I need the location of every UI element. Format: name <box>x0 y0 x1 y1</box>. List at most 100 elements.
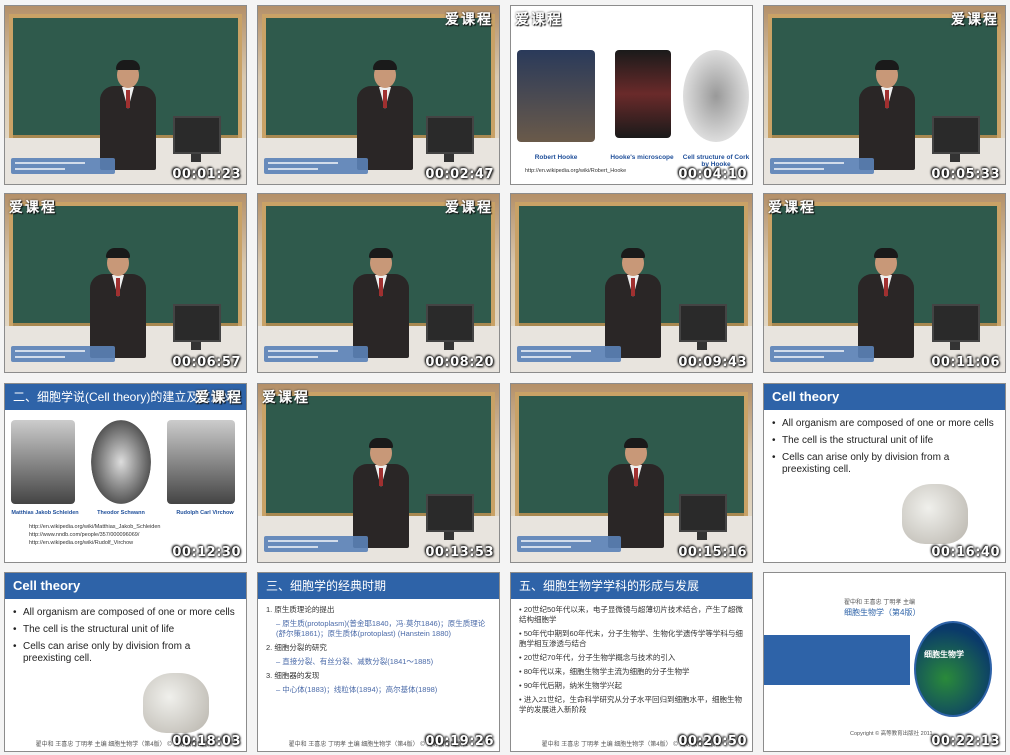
bullet-item: The cell is the structural unit of life <box>13 624 238 636</box>
image-caption: Cell structure of Cork by Hooke <box>682 154 750 168</box>
timestamp-label: 00:19:26 <box>425 734 494 749</box>
lecturer-hair <box>116 60 140 70</box>
lecturer <box>603 248 663 358</box>
watermark-logo: 爱课程 <box>195 390 243 406</box>
classroom-scene <box>764 194 1005 372</box>
bullet-item: 1. 原生质理论的提出 <box>266 605 335 614</box>
lower-third-caption <box>770 158 874 174</box>
lecturer <box>857 60 917 170</box>
source-link[interactable]: http://en.wikipedia.org/wiki/Rudolf_Virc… <box>29 540 133 547</box>
lecturer-tie <box>379 278 383 296</box>
video-thumbnail[interactable]: Cell theory All organism are composed of … <box>4 572 247 752</box>
classroom-scene <box>258 6 499 184</box>
timestamp-label: 00:22:13 <box>931 734 1000 749</box>
bullet-item: – 中心体(1883)；线粒体(1894)；高尔基体(1898) <box>276 685 438 694</box>
source-link[interactable]: http://en.wikipedia.org/wiki/Robert_Hook… <box>525 168 626 175</box>
watermark-logo: 爱课程 <box>515 12 563 28</box>
lower-third-caption <box>264 158 368 174</box>
watermark-logo: 爱课程 <box>768 200 816 216</box>
lecturer <box>351 248 411 358</box>
timestamp-label: 00:04:10 <box>678 167 747 182</box>
timestamp-label: 00:06:57 <box>172 355 241 370</box>
slide-cell-theory: Cell theory All organism are composed of … <box>5 573 246 751</box>
cover-disc <box>914 621 992 717</box>
thumbnail-grid: 00:01:23 爱课程 00:02:47 Robert Hooke Hooke's m… <box>0 0 1010 755</box>
lower-third-caption <box>770 346 874 362</box>
slide-book-cover: 翟中和 王喜忠 丁明孝 主编 细胞生物学（第4版） 细胞生物学 Copyright ©… <box>764 573 1005 751</box>
classroom-scene <box>511 384 752 562</box>
bullet-list: All organism are composed of one or more… <box>772 418 997 481</box>
lower-third-caption <box>517 346 621 362</box>
timestamp-label: 00:18:03 <box>172 734 241 749</box>
monitor <box>173 304 221 350</box>
bullet-item: • 进入21世纪，生命科学研究从分子水平回归到细胞水平，细胞生物学的发展进入新阶… <box>519 695 743 714</box>
lower-third-caption <box>517 536 621 552</box>
lower-third-caption <box>11 158 115 174</box>
timestamp-label: 00:13:53 <box>425 545 494 560</box>
monitor <box>932 116 980 162</box>
elephant-illustration <box>902 484 968 544</box>
bullet-item: Cells can arise only by division from a … <box>772 452 997 476</box>
scientist-name: Rudolph Carl Virchow <box>176 510 234 516</box>
bullet-list: All organism are composed of one or more… <box>13 607 238 670</box>
lecturer-tie <box>116 278 120 296</box>
video-thumbnail[interactable]: 翟中和 王喜忠 丁明孝 主编 细胞生物学（第4版） 细胞生物学 Copyright ©… <box>763 572 1006 752</box>
video-thumbnail[interactable]: 三、细胞学的经典时期 1. 原生质理论的提出 – 原生质(protoplasm)(普… <box>257 572 500 752</box>
lecturer-hair <box>875 60 899 70</box>
video-thumbnail[interactable]: 爱课程 00:02:47 <box>257 5 500 185</box>
video-thumbnail[interactable]: 二、细胞学说(Cell theory)的建立及其意义 Matthias Jakob… <box>4 383 247 563</box>
bullet-item: • 50年代中期到60年代末，分子生物学、生物化学遗传学等学科与细胞学相互渗透与… <box>519 629 743 648</box>
bullet-item: All organism are composed of one or more… <box>13 607 238 619</box>
video-thumbnail[interactable]: 五、细胞生物学学科的形成与发展 • 20世纪50年代以来，电子显微镜与超薄切片技术… <box>510 572 753 752</box>
classroom-scene <box>5 6 246 184</box>
book-title: 细胞生物学（第4版） <box>844 608 921 617</box>
video-thumbnail[interactable]: Robert Hooke Hooke's microscope Cell struc… <box>510 5 753 185</box>
bullet-item: 3. 细胞器的发现 <box>266 671 320 680</box>
scientist-name: Theodor Schwann <box>97 510 145 516</box>
video-thumbnail[interactable]: 爱课程 00:13:53 <box>257 383 500 563</box>
video-thumbnail[interactable]: 00:15:16 <box>510 383 753 563</box>
monitor <box>426 304 474 350</box>
slide-cell-theory-founders: 二、细胞学说(Cell theory)的建立及其意义 Matthias Jakob… <box>5 384 246 562</box>
video-thumbnail[interactable]: Cell theory All organism are composed of … <box>763 383 1006 563</box>
lecturer <box>88 248 148 358</box>
lecturer-hair <box>369 438 393 448</box>
video-thumbnail[interactable]: 00:09:43 <box>510 193 753 373</box>
watermark-logo: 爱课程 <box>9 200 57 216</box>
bullet-item: – 原生质(protoplasm)(普金耶1840，冯·莫尔1846)；原生质理… <box>276 619 486 638</box>
watermark-logo: 爱课程 <box>445 200 493 216</box>
lecturer-hair <box>874 248 898 258</box>
video-thumbnail[interactable]: 爱课程 00:08:20 <box>257 193 500 373</box>
bullet-item: – 直接分裂、有丝分裂、减数分裂(1841～1885) <box>276 657 434 666</box>
microscope-image <box>615 50 671 138</box>
source-link[interactable]: http://www.nndb.com/people/357/000096069… <box>29 532 139 539</box>
image-caption: Hooke's microscope <box>610 154 674 161</box>
lecturer <box>856 248 916 358</box>
slide-title: 五、细胞生物学学科的形成与发展 <box>511 573 752 599</box>
lecturer-tie <box>126 90 130 108</box>
book-authors: 翟中和 王喜忠 丁明孝 主编 <box>844 600 916 606</box>
classroom-scene <box>511 194 752 372</box>
bullet-list: • 20世纪50年代以来，电子显微镜与超薄切片技术结合，产生了超微结构细胞学 • … <box>519 605 746 719</box>
bullet-item: All organism are composed of one or more… <box>772 418 997 430</box>
image-caption: Robert Hooke <box>534 154 578 161</box>
source-link[interactable]: http://en.wikipedia.org/wiki/Matthias_Ja… <box>29 524 160 531</box>
bullet-item: • 20世纪50年代以来，电子显微镜与超薄切片技术结合，产生了超微结构细胞学 <box>519 605 743 624</box>
watermark-logo: 爱课程 <box>262 390 310 406</box>
video-thumbnail[interactable]: 00:01:23 <box>4 5 247 185</box>
lecturer <box>606 438 666 548</box>
monitor <box>426 116 474 162</box>
timestamp-label: 00:16:40 <box>931 545 1000 560</box>
lecturer-hair <box>624 438 648 448</box>
timestamp-label: 00:09:43 <box>678 355 747 370</box>
video-thumbnail[interactable]: 爱课程 00:05:33 <box>763 5 1006 185</box>
video-thumbnail[interactable]: 爱课程 00:11:06 <box>763 193 1006 373</box>
classroom-scene <box>258 194 499 372</box>
lecturer-hair <box>369 248 393 258</box>
timestamp-label: 00:01:23 <box>172 167 241 182</box>
cover-band <box>764 635 910 685</box>
scientist-portrait <box>11 420 75 504</box>
monitor <box>173 116 221 162</box>
bullet-item: The cell is the structural unit of life <box>772 435 997 447</box>
video-thumbnail[interactable]: 爱课程 00:06:57 <box>4 193 247 373</box>
